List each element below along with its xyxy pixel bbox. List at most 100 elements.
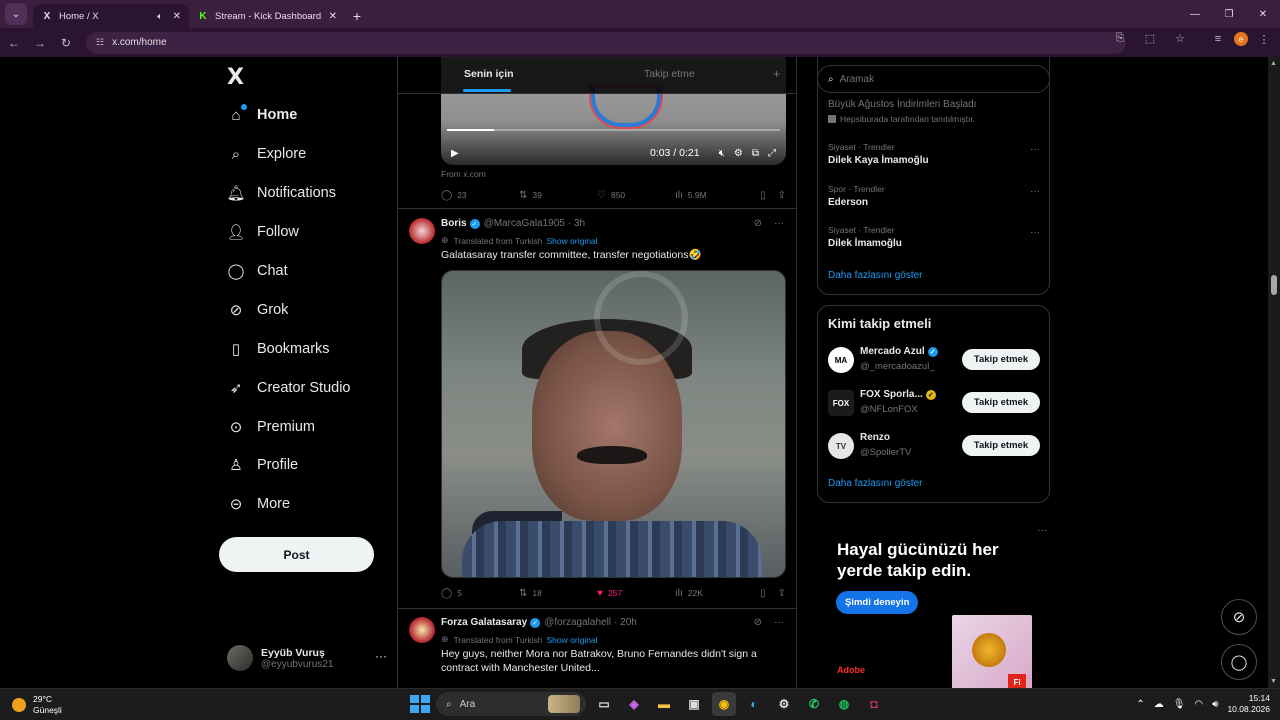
reply-button[interactable]: ◯ 5	[441, 588, 519, 599]
follow-button[interactable]: Takip etmek	[962, 349, 1040, 370]
close-window-icon[interactable]: ✕	[1246, 0, 1280, 28]
follow-suggestion[interactable]: MA Mercado Azul ✓ @_mercadoazul_ Takip et…	[828, 346, 1040, 376]
adobe-ad[interactable]: ··· Hayal gücünüzü her yerde takip edin.…	[827, 525, 1047, 688]
more-dots-icon[interactable]: ···	[774, 617, 784, 628]
more-dots-icon[interactable]: ···	[375, 649, 387, 663]
close-tab-icon[interactable]: ✕	[329, 11, 337, 22]
grok-icon[interactable]: ⊘	[754, 617, 762, 628]
account-switcher[interactable]: Eyyüb Vuruş @eyyubvurus21 ···	[227, 643, 387, 673]
sidebar-item-profile[interactable]: ♙ Profile	[227, 450, 298, 480]
translate-icon[interactable]: ⎘	[1110, 32, 1130, 45]
tweet-video[interactable]: ☝	[441, 270, 786, 578]
settings-gear-icon[interactable]: ⚙	[772, 692, 796, 716]
windows-start-icon[interactable]	[408, 693, 430, 715]
wifi-icon[interactable]: ◠	[1194, 699, 1203, 710]
chevron-up-icon[interactable]: ⌃	[1136, 699, 1144, 710]
more-dots-icon[interactable]: ···	[1030, 144, 1040, 155]
sidebar-item-follow[interactable]: 👤︎ Follow	[226, 217, 298, 247]
forward-arrow-icon[interactable]: →	[28, 31, 52, 55]
mute-icon[interactable]: 🔇︎	[719, 148, 725, 159]
profile-avatar[interactable]: e	[1234, 32, 1248, 46]
views-button[interactable]: ılı 22K	[675, 588, 753, 599]
tweet-author-handle[interactable]: @MarcaGala1905	[484, 218, 565, 229]
chrome-icon[interactable]: ◉	[712, 692, 736, 716]
play-icon[interactable]: ▶	[451, 148, 459, 159]
tweet-author-handle[interactable]: @forzagalahell	[544, 617, 611, 628]
avatar[interactable]	[409, 218, 435, 244]
ad-cta-button[interactable]: Şimdi deneyin	[836, 591, 919, 614]
fullscreen-icon[interactable]: ⤢	[768, 148, 776, 159]
tweet-timestamp[interactable]: · 20h	[614, 617, 637, 628]
show-original-link[interactable]: Show original	[547, 635, 598, 645]
pip-icon[interactable]: ⧉	[752, 148, 759, 159]
repost-button[interactable]: ⇅ 18	[519, 588, 597, 599]
more-dots-icon[interactable]: ···	[1030, 186, 1040, 197]
scrollbar-thumb[interactable]	[1271, 275, 1277, 295]
share-icon[interactable]: ⇪	[778, 588, 786, 599]
new-tab-button[interactable]: +	[345, 4, 369, 28]
cloud-icon[interactable]: ☁	[1154, 699, 1164, 710]
menu-kebab-icon[interactable]: ⋮	[1254, 33, 1274, 46]
bookmark-icon[interactable]: ▯	[760, 190, 766, 201]
system-clock[interactable]: 15:14 10.08.2026	[1227, 693, 1270, 715]
tweet-author-name[interactable]: Forza Galatasaray	[441, 617, 527, 628]
volume-icon[interactable]: 🔊︎	[1212, 699, 1218, 710]
add-feed-icon[interactable]: +	[773, 67, 780, 81]
sidebar-item-chat[interactable]: ◯ Chat	[227, 256, 288, 286]
tweet-timestamp[interactable]: · 3h	[568, 218, 585, 229]
promoted-trend-title[interactable]: Büyük Ağustos İndirimleri Başladı	[828, 99, 976, 110]
views-button[interactable]: ılı 5.9M	[675, 190, 753, 201]
sidebar-item-grok[interactable]: ⊘ Grok	[227, 295, 289, 325]
close-tab-icon[interactable]: ✕	[173, 11, 181, 22]
settings-gear-icon[interactable]: ⚙	[734, 148, 743, 159]
trends-show-more-link[interactable]: Daha fazlasını göster	[828, 270, 923, 281]
more-dots-icon[interactable]: ···	[1030, 227, 1040, 238]
follow-button[interactable]: Takip etmek	[962, 392, 1040, 413]
tab-search-button[interactable]: ⌄	[5, 3, 27, 25]
bookmark-icon[interactable]: ▯	[760, 588, 766, 599]
tweet-author-name[interactable]: Boris	[441, 218, 467, 229]
store-icon[interactable]: ▣	[682, 692, 706, 716]
like-button[interactable]: ♥ 257	[597, 588, 675, 599]
sidebar-item-notifications[interactable]: 🔔︎ Notifications	[226, 178, 336, 208]
post-button[interactable]: Post	[219, 537, 374, 572]
more-dots-icon[interactable]: ···	[1037, 525, 1047, 536]
share-icon[interactable]: ⇪	[778, 190, 786, 201]
whatsapp-icon[interactable]: ✆	[802, 692, 826, 716]
follow-button[interactable]: Takip etmek	[962, 435, 1040, 456]
sidebar-item-creator-studio[interactable]: ➶ Creator Studio	[227, 373, 351, 403]
restore-icon[interactable]: ❐	[1212, 0, 1246, 28]
task-view-icon[interactable]: ▭	[592, 692, 616, 716]
avatar[interactable]	[409, 617, 435, 643]
minimize-icon[interactable]: —	[1178, 0, 1212, 28]
copilot-icon[interactable]: ◈	[622, 692, 646, 716]
tab-for-you[interactable]: Senin için	[464, 68, 514, 80]
messages-float-button[interactable]: ◯	[1221, 644, 1257, 680]
x-logo-icon[interactable]: X	[227, 65, 244, 90]
video-progress-bar[interactable]	[447, 129, 780, 131]
sidebar-item-premium[interactable]: ⊙ Premium	[227, 412, 315, 442]
media-controls-icon[interactable]: ≡	[1208, 33, 1228, 45]
instagram-icon[interactable]: ◘	[862, 692, 886, 716]
suggestions-show-more-link[interactable]: Daha fazlasını göster	[828, 478, 923, 489]
install-app-icon[interactable]: ⬚	[1140, 32, 1160, 45]
reply-button[interactable]: ◯ 23	[441, 190, 519, 201]
sidebar-item-more[interactable]: ⊝ More	[227, 489, 290, 519]
more-dots-icon[interactable]: ···	[774, 218, 784, 229]
follow-suggestion[interactable]: TV Renzo @SpollerTV Takip etmek	[828, 432, 1040, 462]
url-input[interactable]: ☷ x.com/home	[86, 31, 1126, 54]
trend-item[interactable]: Siyaset · Trendler Dilek Kaya İmamoğlu ·…	[828, 142, 1040, 166]
weather-widget[interactable]: 29°C Güneşli	[12, 694, 62, 716]
scroll-down-icon[interactable]: ▼	[1270, 678, 1277, 685]
sidebar-item-bookmarks[interactable]: ▯ Bookmarks	[227, 334, 330, 364]
sidebar-item-home[interactable]: ⌂ Home	[227, 100, 297, 130]
speaker-icon[interactable]: 🔈︎	[157, 11, 162, 22]
trend-item[interactable]: Spor · Trendler Ederson ···	[828, 184, 1040, 208]
page-scrollbar[interactable]: ▲ ▼	[1268, 57, 1280, 688]
browser-tab-home[interactable]: X Home / X 🔈︎ ✕	[33, 4, 189, 28]
microphone-icon[interactable]: 🎙︎	[1173, 699, 1186, 710]
trend-item[interactable]: Siyaset · Trendler Dilek İmamoğlu ···	[828, 225, 1040, 249]
edge-icon[interactable]: ◐	[742, 692, 766, 716]
show-original-link[interactable]: Show original	[547, 236, 598, 246]
taskbar-search-input[interactable]: ⌕ Ara	[436, 692, 586, 716]
